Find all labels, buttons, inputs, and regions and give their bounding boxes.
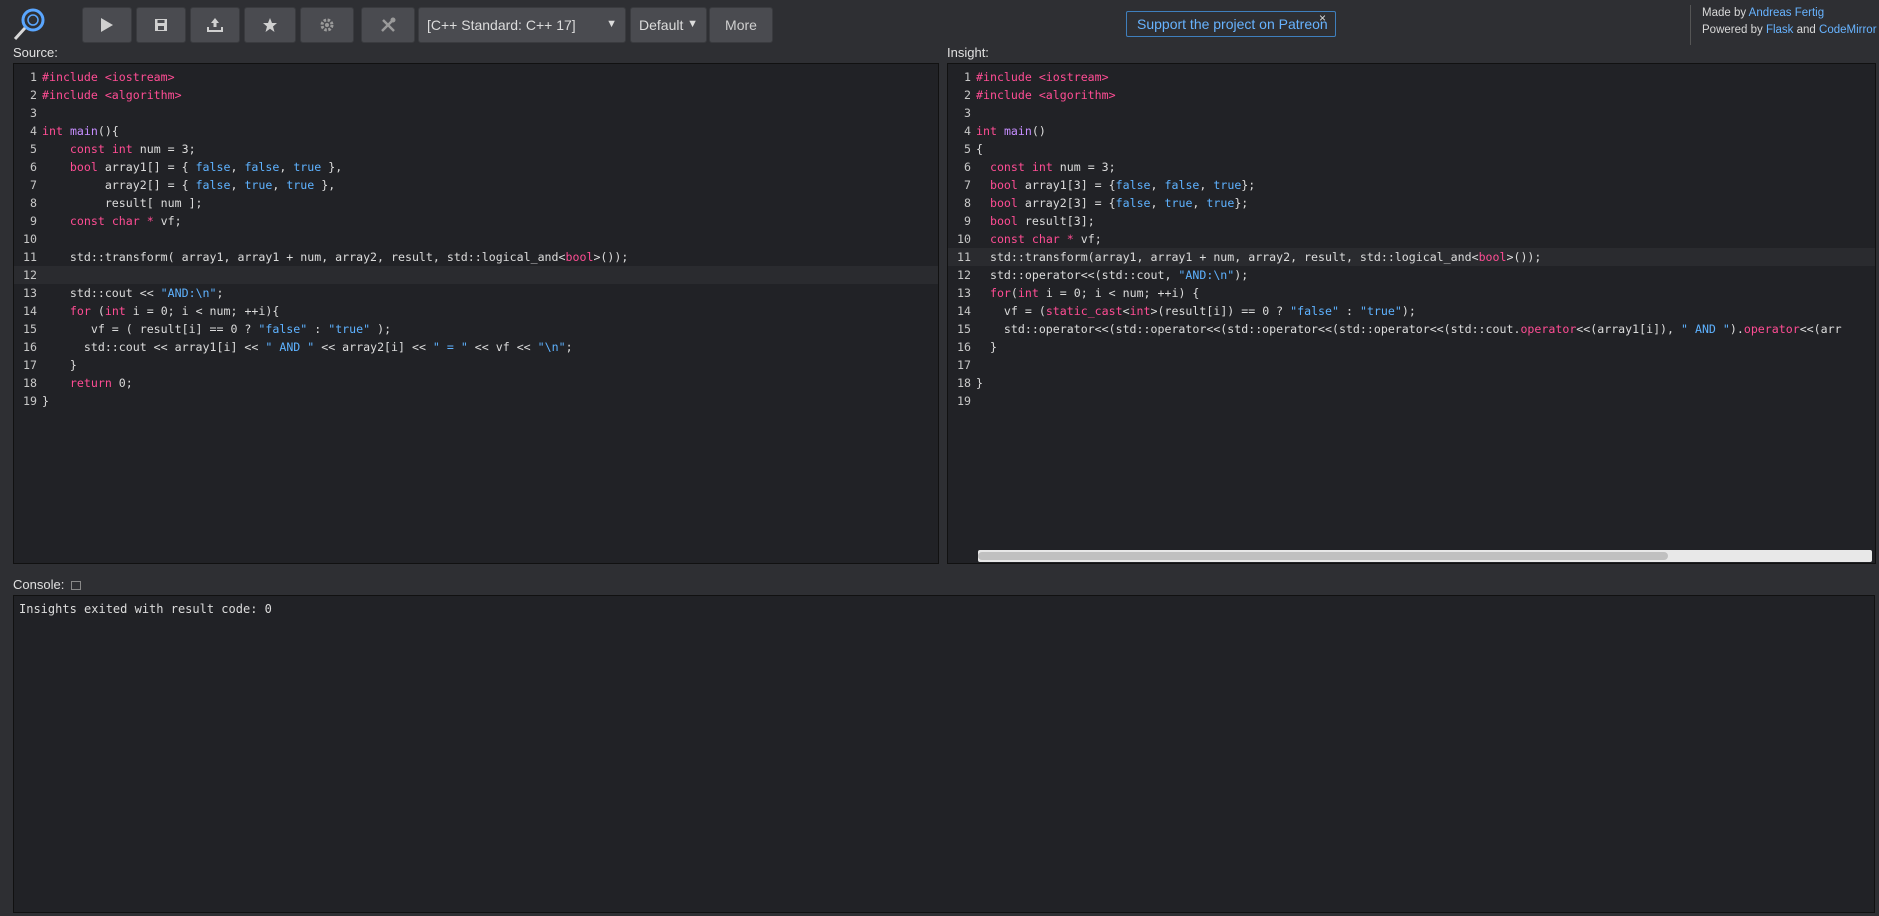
insight-line: 5{ bbox=[964, 142, 983, 156]
source-line: 4 int main(){ bbox=[30, 124, 119, 138]
insight-line: 9 bool result[3]; bbox=[964, 214, 1095, 228]
insight-line-active: 11 std::transform(array1, array1 + num, … bbox=[948, 248, 1875, 266]
source-line: 17 } bbox=[23, 358, 77, 372]
console-output: Insights exited with result code: 0 bbox=[13, 595, 1875, 913]
source-line: 8 result[ num ]; bbox=[30, 196, 203, 210]
insight-line: 8 bool array2[3] = {false, true, true}; bbox=[964, 196, 1249, 210]
and-text: and bbox=[1796, 24, 1816, 36]
settings-button[interactable] bbox=[300, 7, 354, 43]
cpp-standard-select[interactable]: [C++ Standard: C++ 17] ▼ bbox=[418, 7, 626, 43]
tools-button[interactable] bbox=[361, 7, 415, 43]
source-line: 9 const char * vf; bbox=[30, 214, 182, 228]
star-icon bbox=[263, 18, 277, 32]
source-line: 19} bbox=[23, 394, 49, 408]
source-line: 14 for (int i = 0; i < num; ++i){ bbox=[23, 304, 280, 318]
insight-line: 14 vf = (static_cast<int>(result[i]) == … bbox=[957, 304, 1416, 318]
console-label-text: Console: bbox=[13, 577, 65, 592]
insight-editor[interactable]: 1 #include <iostream> 2 #include <algorith… bbox=[947, 63, 1876, 564]
patreon-link-text: Support the project on Patreon bbox=[1137, 16, 1328, 32]
insight-line: 19 bbox=[957, 394, 971, 408]
source-line-active: 12 bbox=[14, 266, 938, 284]
insight-line: 17 bbox=[957, 358, 971, 372]
insight-line: 18} bbox=[957, 376, 983, 390]
source-line: 5 const int num = 3; bbox=[30, 142, 196, 156]
source-label: Source: bbox=[13, 45, 58, 60]
upload-button[interactable] bbox=[190, 7, 240, 43]
source-editor[interactable]: 1 #include <iostream> 2 #include <algorith… bbox=[13, 63, 939, 564]
source-line: 7 array2[] = { false, true, true }, bbox=[30, 178, 336, 192]
save-button[interactable] bbox=[136, 7, 186, 43]
source-line: 16 std::cout << array1[i] << " AND " << … bbox=[23, 340, 573, 354]
tools-icon bbox=[381, 17, 396, 32]
credits: Made by Andreas Fertig Powered by Flask … bbox=[1690, 5, 1879, 45]
source-line: 10 bbox=[23, 232, 37, 246]
author-link[interactable]: Andreas Fertig bbox=[1749, 7, 1824, 19]
favorite-button[interactable] bbox=[244, 7, 296, 43]
run-icon bbox=[101, 18, 113, 32]
codemirror-link[interactable]: CodeMirror bbox=[1819, 24, 1877, 36]
flask-link[interactable]: Flask bbox=[1766, 24, 1793, 36]
insight-line: 4 int main() bbox=[964, 124, 1046, 138]
upload-icon bbox=[207, 18, 223, 32]
source-line: 13 std::cout << "AND:\n"; bbox=[23, 286, 224, 300]
insight-line: 16 } bbox=[957, 340, 997, 354]
default-select[interactable]: Default ▼ bbox=[630, 7, 707, 43]
insight-line: 7 bool array1[3] = {false, false, true}; bbox=[964, 178, 1256, 192]
close-icon[interactable]: × bbox=[1319, 11, 1326, 25]
powered-by-prefix: Powered by bbox=[1702, 24, 1763, 36]
run-button[interactable] bbox=[82, 7, 132, 43]
default-select-value: Default bbox=[639, 17, 684, 33]
source-line: 2 #include <algorithm> bbox=[30, 88, 182, 102]
insight-line: 10 const char * vf; bbox=[957, 232, 1102, 246]
insight-line: 3 bbox=[964, 106, 971, 120]
more-button[interactable]: More bbox=[709, 7, 773, 43]
cpp-standard-value: [C++ Standard: C++ 17] bbox=[427, 17, 576, 33]
patreon-link[interactable]: Support the project on Patreon × bbox=[1126, 11, 1336, 37]
console-toggle-icon[interactable] bbox=[70, 581, 81, 591]
insight-line: 6 const int num = 3; bbox=[964, 160, 1116, 174]
toolbar: [C++ Standard: C++ 17] ▼ Default ▼ More … bbox=[0, 0, 1879, 50]
insight-scrollbar-thumb[interactable] bbox=[978, 552, 1668, 560]
source-line: 1 #include <iostream> bbox=[30, 70, 175, 84]
source-line: 18 return 0; bbox=[23, 376, 133, 390]
chevron-down-icon: ▼ bbox=[606, 18, 617, 30]
source-line: 15 vf = ( result[i] == 0 ? "false" : "tr… bbox=[23, 322, 392, 336]
insight-line: 15 std::operator<<(std::operator<<(std::… bbox=[957, 322, 1842, 336]
insight-line: 13 for(int i = 0; i < num; ++i) { bbox=[957, 286, 1200, 300]
insight-line: 1 #include <iostream> bbox=[964, 70, 1109, 84]
insight-line: 12 std::operator<<(std::cout, "AND:\n"); bbox=[957, 268, 1249, 282]
insight-line: 2 #include <algorithm> bbox=[964, 88, 1116, 102]
source-line: 3 bbox=[30, 106, 37, 120]
insight-label: Insight: bbox=[947, 45, 989, 60]
source-line: 6 bool array1[] = { false, false, true }… bbox=[30, 160, 343, 174]
made-by-prefix: Made by bbox=[1702, 7, 1747, 19]
made-by-line: Made by Andreas Fertig bbox=[1702, 5, 1879, 22]
source-line: 11 std::transform( array1, array1 + num,… bbox=[23, 250, 629, 264]
save-icon bbox=[155, 19, 167, 31]
logo-magnifier-icon[interactable] bbox=[12, 6, 48, 42]
console-label: Console: bbox=[13, 577, 81, 592]
settings-icon bbox=[320, 18, 334, 32]
chevron-down-icon: ▼ bbox=[687, 18, 698, 30]
powered-by-line: Powered by Flask and CodeMirror bbox=[1702, 22, 1879, 39]
